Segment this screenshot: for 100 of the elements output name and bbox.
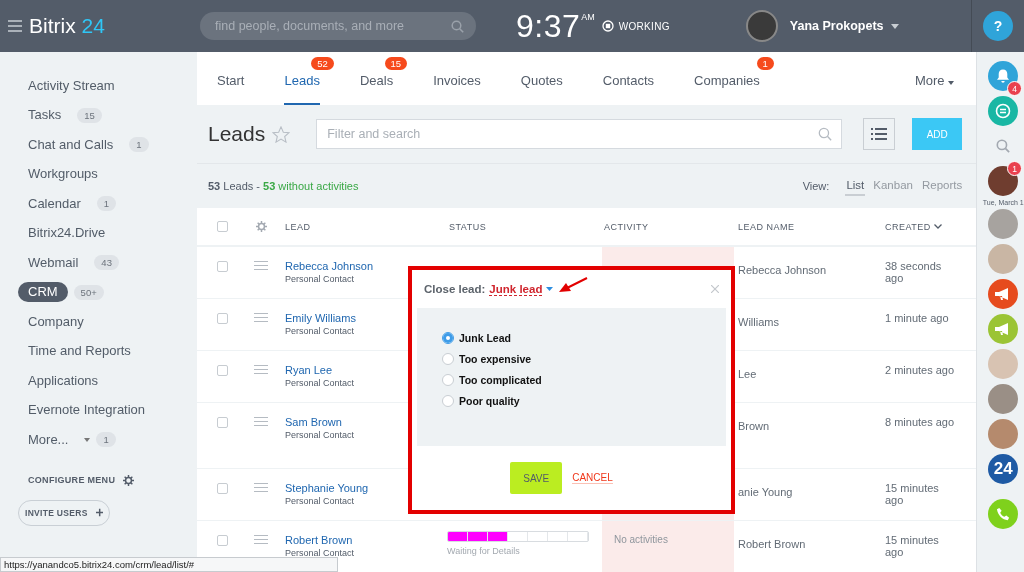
phone-button[interactable] <box>988 499 1019 529</box>
status-url: https://yanandco5.bitrix24.com/crm/lead/list/# <box>0 557 338 572</box>
dialog-title: Close lead: <box>424 283 486 295</box>
drag-handle-icon[interactable] <box>254 483 268 492</box>
chat-icon <box>994 102 1013 120</box>
list-settings-button[interactable] <box>863 118 896 150</box>
checkbox[interactable] <box>216 535 228 546</box>
sidebar-item[interactable]: Webmail <box>18 252 89 273</box>
option-label[interactable]: Too complicated <box>459 374 542 386</box>
table-cell: Williams <box>738 316 779 328</box>
drag-handle-icon[interactable] <box>254 535 268 544</box>
notifications-button[interactable] <box>988 61 1019 91</box>
status-bar[interactable] <box>447 531 589 542</box>
option-label[interactable]: Junk Lead <box>459 332 511 344</box>
contact-avatar[interactable] <box>988 166 1019 196</box>
count-badge: 15 <box>384 57 408 70</box>
radio-button[interactable] <box>442 332 454 344</box>
count-badge: 1 <box>96 432 116 448</box>
lead-subtitle: Personal Contact <box>285 548 356 558</box>
sort-caret-icon[interactable] <box>933 224 942 229</box>
user-avatar[interactable] <box>745 10 778 42</box>
radio-button[interactable] <box>442 374 454 386</box>
notification-badge: 4 <box>1007 81 1023 96</box>
table-cell: Brown <box>738 420 770 432</box>
table-cell: 2 minutes ago <box>885 364 955 376</box>
table-cell: 8 minutes ago <box>885 416 955 428</box>
cancel-link[interactable]: CANCEL <box>572 472 613 484</box>
reason-dropdown[interactable]: Junk lead <box>489 282 543 296</box>
tab[interactable]: Contacts <box>602 52 655 105</box>
page-title: Leads <box>208 122 266 146</box>
caret-icon[interactable] <box>84 437 91 442</box>
tab[interactable]: Start <box>217 52 245 105</box>
sidebar-item[interactable]: Applications <box>18 370 109 391</box>
search-icon[interactable] <box>996 139 1011 153</box>
table-cell: anie Young <box>738 486 793 498</box>
record-icon[interactable] <box>601 20 614 32</box>
configure-menu-link[interactable]: CONFIGURE MENU <box>28 475 116 485</box>
checkbox[interactable] <box>216 221 228 232</box>
more-tab[interactable]: More <box>915 52 955 105</box>
table-cell-text: 15 minutes ago <box>885 534 940 558</box>
option-label[interactable]: Poor quality <box>459 395 520 407</box>
column-header[interactable]: LEAD <box>285 221 311 232</box>
menu-icon[interactable] <box>8 20 22 32</box>
sidebar-item[interactable]: Evernote Integration <box>18 400 156 421</box>
lead-subtitle: Personal Contact <box>285 326 356 336</box>
drag-handle-icon[interactable] <box>254 261 268 270</box>
sidebar-item[interactable]: More... <box>18 429 79 450</box>
column-header[interactable]: CREATED <box>885 221 931 232</box>
checkbox[interactable] <box>216 483 228 494</box>
count-badge: 1 <box>96 196 117 212</box>
megaphone-button[interactable] <box>988 279 1019 309</box>
logo[interactable]: Bitrix 24 <box>29 14 105 38</box>
lead-link[interactable]: Robert Brown <box>285 534 447 546</box>
arrow-icon <box>558 277 589 295</box>
gear-icon[interactable] <box>123 474 135 486</box>
radio-button[interactable] <box>442 395 454 407</box>
sidebar-item[interactable]: Calendar <box>18 193 91 214</box>
phone-icon <box>995 506 1011 522</box>
filter-field[interactable]: Filter and search <box>316 119 843 149</box>
checkbox[interactable] <box>216 365 228 376</box>
app-button[interactable]: 24 <box>988 454 1019 484</box>
drag-handle-icon[interactable] <box>254 417 268 426</box>
sidebar-item[interactable]: Workgroups <box>18 164 108 185</box>
sidebar-item[interactable]: Tasks <box>18 105 72 126</box>
save-button[interactable]: SAVE <box>510 462 563 494</box>
drag-handle-icon[interactable] <box>254 313 268 322</box>
chat-button[interactable] <box>988 96 1019 126</box>
tab[interactable]: Quotes <box>520 52 563 105</box>
count-badge: 1 <box>756 57 774 70</box>
checkbox[interactable] <box>216 261 228 272</box>
column-header[interactable]: LEAD NAME <box>738 221 795 232</box>
checkbox[interactable] <box>216 417 228 428</box>
status-label: Waiting for Details <box>447 546 521 556</box>
checkbox[interactable] <box>216 313 228 324</box>
search-field[interactable]: find people, documents, and more <box>200 12 476 40</box>
count-badge: 50+ <box>73 284 104 300</box>
clock-ampm: AM <box>581 11 595 22</box>
message-badge: 1 <box>1007 161 1023 176</box>
star-icon[interactable] <box>272 125 291 143</box>
option-label[interactable]: Too expensive <box>459 353 532 365</box>
radio-button[interactable] <box>442 353 454 365</box>
drag-handle-icon[interactable] <box>254 365 268 374</box>
view-option[interactable]: List <box>845 176 866 196</box>
column-header[interactable]: STATUS <box>449 221 487 232</box>
work-status[interactable]: WORKING <box>618 20 670 32</box>
sidebar-item[interactable]: Chat and Calls <box>18 134 124 155</box>
megaphone-button[interactable] <box>988 314 1019 344</box>
sidebar-item[interactable]: Time and Reports <box>18 341 141 362</box>
tab[interactable]: Invoices <box>433 52 481 105</box>
sidebar-item[interactable]: Bitrix24.Drive <box>18 223 116 244</box>
sidebar-item[interactable]: Activity Stream <box>18 75 125 96</box>
table-cell: Lee <box>738 368 757 380</box>
sidebar-item[interactable]: CRM <box>18 282 68 303</box>
close-icon[interactable] <box>711 285 719 293</box>
caret-icon[interactable] <box>890 23 899 29</box>
caret-icon[interactable] <box>546 287 554 291</box>
sidebar-item[interactable]: Company <box>18 311 94 332</box>
column-header[interactable]: ACTIVITY <box>604 221 649 232</box>
count-badge: 15 <box>77 107 102 123</box>
user-name[interactable]: Yana Prokopets <box>789 19 884 33</box>
